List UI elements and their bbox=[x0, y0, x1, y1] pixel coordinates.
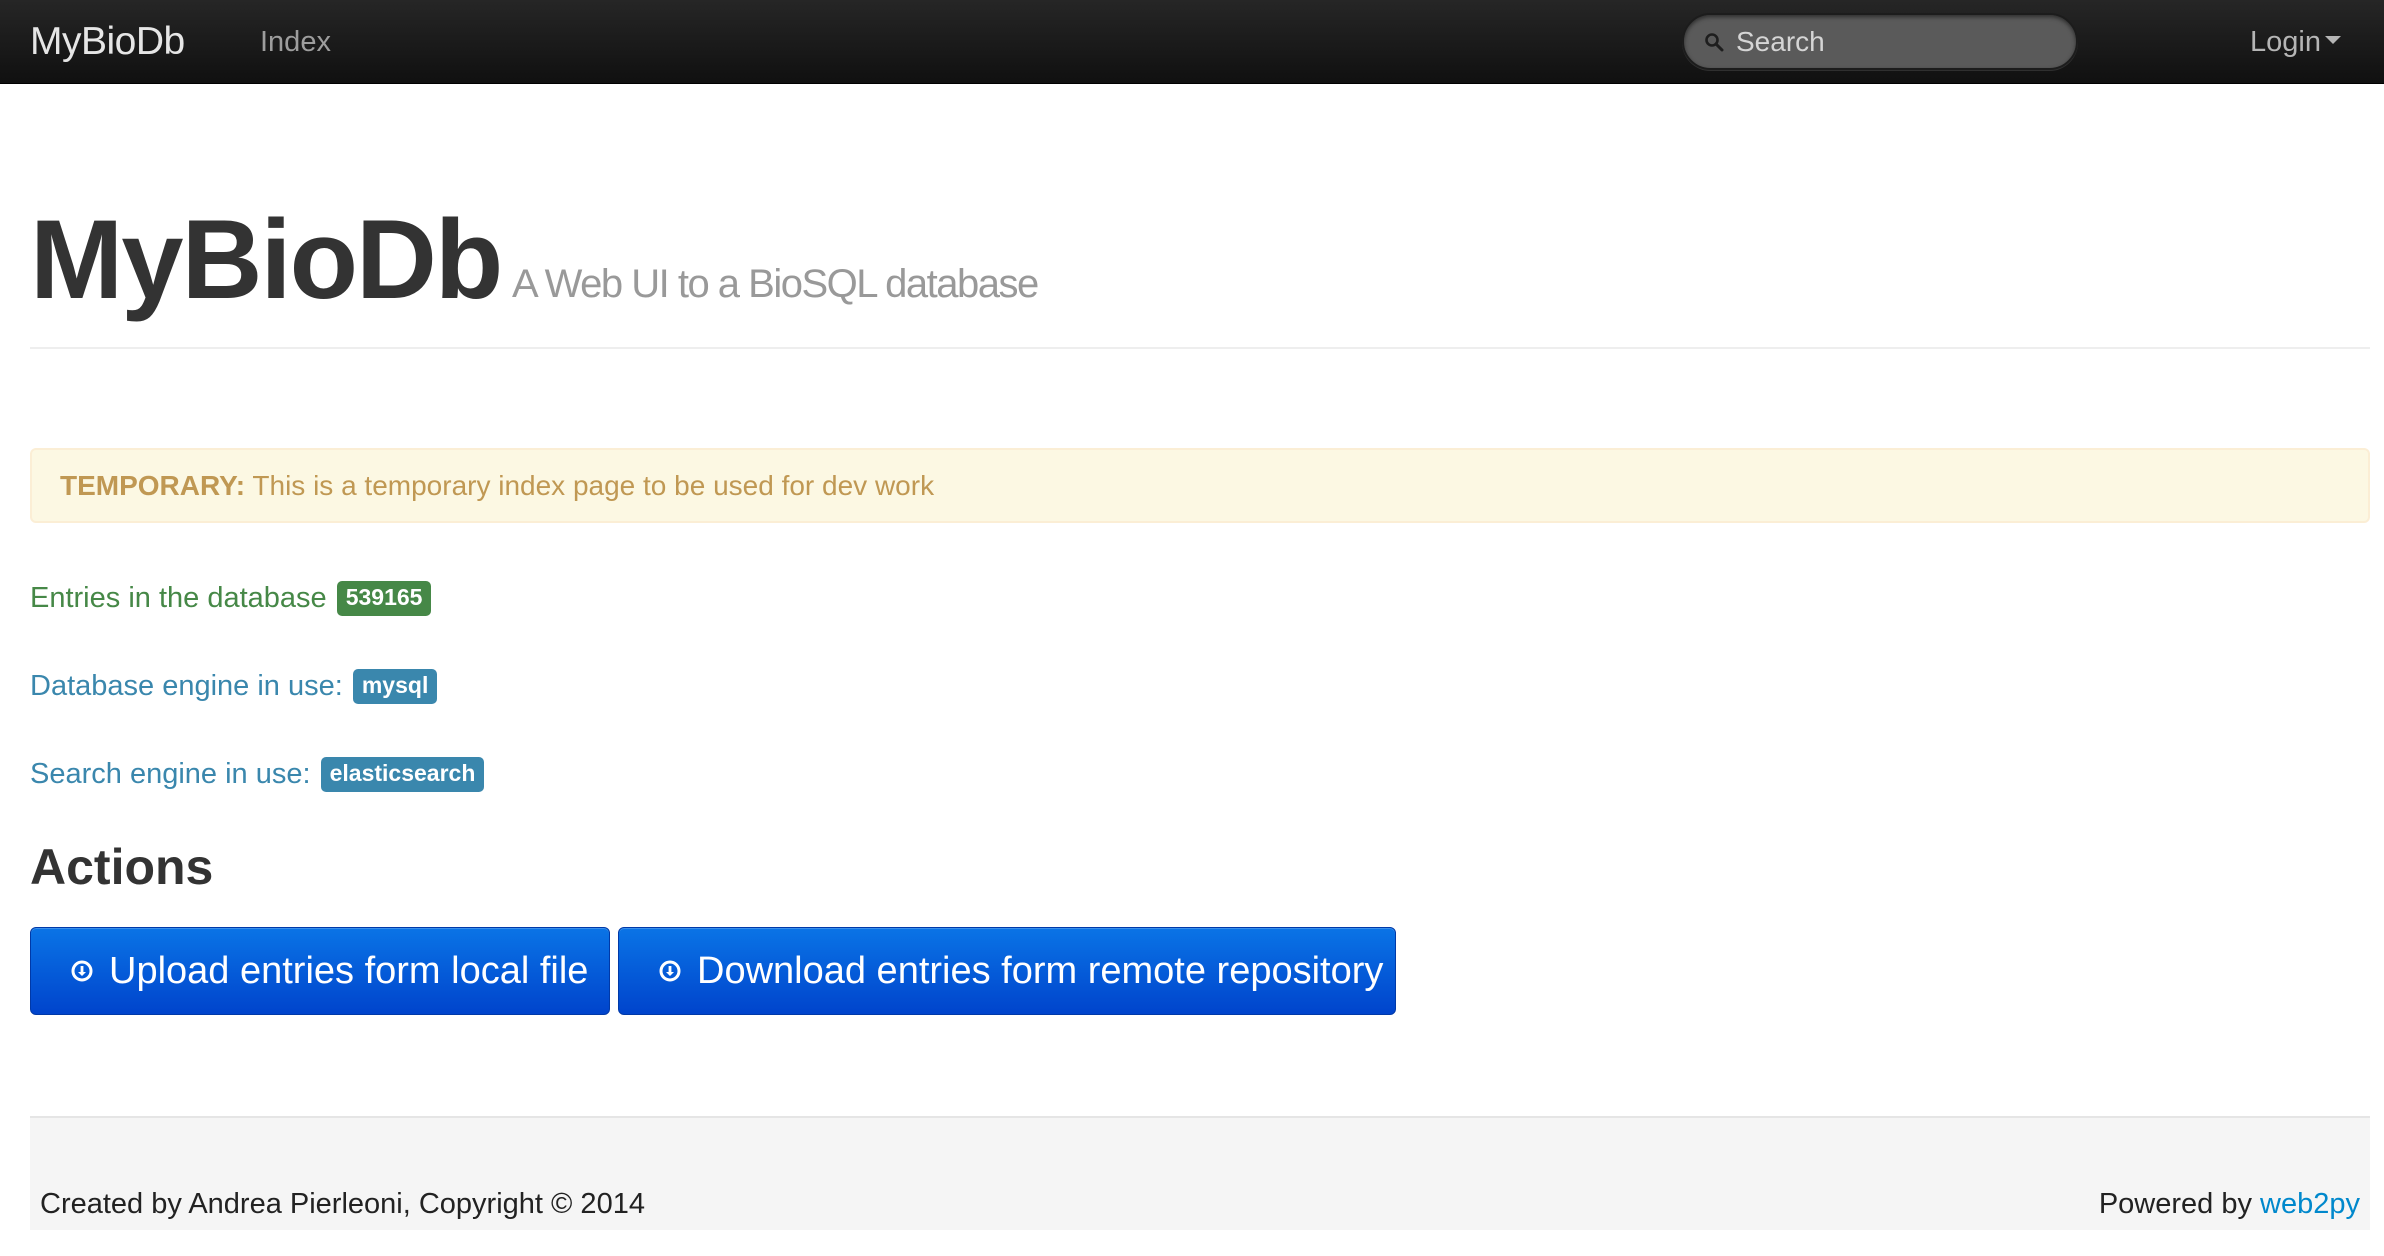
footer-copyright: Created by Andrea Pierleoni, Copyright ©… bbox=[40, 1188, 645, 1220]
alert-text: This is a temporary index page to be use… bbox=[252, 470, 935, 501]
login-label: Login bbox=[2250, 26, 2321, 58]
nav-item-index[interactable]: Index bbox=[260, 26, 331, 59]
web2py-link[interactable]: web2py bbox=[2260, 1188, 2360, 1220]
actions-heading: Actions bbox=[30, 839, 214, 895]
page-title: MyBioDb bbox=[30, 197, 503, 322]
download-entries-button[interactable]: Download entries form remote repository bbox=[618, 927, 1396, 1015]
powered-by-label: Powered by bbox=[2098, 1188, 2252, 1220]
entries-label: Entries in the database bbox=[30, 582, 327, 614]
upload-entries-label: Upload entries form local file bbox=[109, 950, 589, 992]
search-engine-badge: elasticsearch bbox=[320, 757, 485, 792]
search-engine-label: Search engine in use: bbox=[30, 758, 311, 790]
circle-arrow-down-icon bbox=[659, 960, 681, 982]
page-header: MyBioDb A Web UI to a BioSQL database bbox=[30, 190, 2370, 349]
db-engine-badge: mysql bbox=[352, 669, 438, 704]
page-subtitle: A Web UI to a BioSQL database bbox=[512, 262, 1039, 306]
login-dropdown[interactable]: Login bbox=[2250, 26, 2341, 59]
top-navbar: MyBioDb Index Login bbox=[0, 0, 2384, 84]
circle-arrow-down-icon bbox=[71, 960, 93, 982]
db-engine-label: Database engine in use: bbox=[30, 670, 343, 702]
db-engine-info: Database engine in use: mysql bbox=[30, 666, 438, 706]
footer-powered-by: Powered by web2py bbox=[2099, 1188, 2360, 1221]
page-footer: Created by Andrea Pierleoni, Copyright ©… bbox=[30, 1116, 2370, 1230]
entries-info: Entries in the database 539165 bbox=[30, 578, 432, 618]
entries-count-badge: 539165 bbox=[336, 581, 432, 616]
caret-down-icon bbox=[2324, 36, 2341, 45]
search-box[interactable] bbox=[1682, 13, 2078, 70]
search-engine-info: Search engine in use: elasticsearch bbox=[30, 754, 485, 794]
upload-entries-button[interactable]: Upload entries form local file bbox=[30, 927, 610, 1015]
temporary-alert: TEMPORARY: This is a temporary index pag… bbox=[30, 448, 2370, 523]
search-input[interactable] bbox=[1736, 15, 2066, 68]
brand-link[interactable]: MyBioDb bbox=[30, 20, 185, 64]
download-entries-label: Download entries form remote repository bbox=[697, 950, 1384, 992]
alert-strong-label: TEMPORARY: bbox=[60, 470, 246, 501]
search-icon bbox=[1705, 33, 1724, 52]
